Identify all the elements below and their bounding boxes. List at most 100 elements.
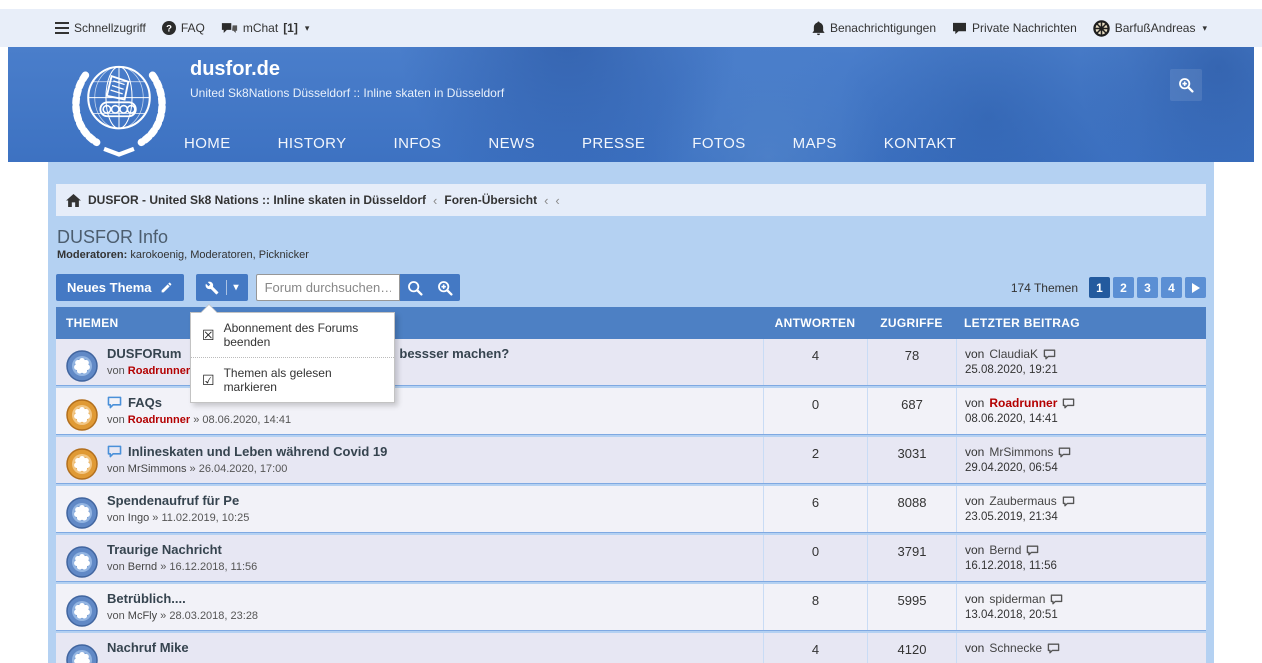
last-post-author[interactable]: Zaubermaus xyxy=(989,494,1056,508)
last-post-cell: von Schnecke xyxy=(956,633,1206,663)
menu-item-mark-read[interactable]: ☑ Themen als gelesen markieren xyxy=(191,357,394,402)
last-post-author[interactable]: Roadrunner xyxy=(989,396,1057,410)
moderators-list[interactable]: karokoenig, Moderatoren, Picknicker xyxy=(130,249,309,261)
next-page-button[interactable] xyxy=(1185,277,1206,298)
topic-title[interactable]: Betrüblich.... xyxy=(107,591,186,606)
topic-author[interactable]: Roadrunner xyxy=(128,414,190,426)
site-subtitle: United Sk8Nations Düsseldorf :: Inline s… xyxy=(190,86,504,100)
site-title[interactable]: dusfor.de xyxy=(190,58,280,81)
page-button-3[interactable]: 3 xyxy=(1137,277,1158,298)
last-post-author[interactable]: Schnecke xyxy=(989,641,1042,655)
forum-tools-button[interactable]: ▾ xyxy=(196,274,248,301)
topic-title-continued[interactable]: bessser machen? xyxy=(399,346,509,361)
topbar-item-barfu-andreas[interactable]: BarfußAndreas▾ xyxy=(1093,20,1207,37)
bell-icon xyxy=(812,21,825,36)
nav-maps[interactable]: MAPS xyxy=(793,135,837,152)
nav-home[interactable]: HOME xyxy=(184,135,231,152)
last-post-author[interactable]: spiderman xyxy=(989,592,1045,606)
page-button-2[interactable]: 2 xyxy=(1113,277,1134,298)
column-lastpost: LETZTER BEITRAG xyxy=(956,316,1206,330)
topic-title[interactable]: Nachruf Mike xyxy=(107,640,189,655)
topic-author[interactable]: McFly xyxy=(128,610,157,622)
last-post-cell: von MrSimmons29.04.2020, 06:54 xyxy=(956,437,1206,483)
menu-item-label: Themen als gelesen markieren xyxy=(224,366,383,394)
topbar-item-benachrichtigungen[interactable]: Benachrichtigungen xyxy=(812,21,936,36)
goto-last-post-icon[interactable] xyxy=(1050,594,1063,605)
topbar-item-faq[interactable]: ?FAQ xyxy=(162,21,205,35)
goto-last-post-icon[interactable] xyxy=(1047,643,1060,654)
search-buttons xyxy=(400,274,460,301)
header-search-button[interactable] xyxy=(1170,69,1202,101)
topic-title[interactable]: Inlineskaten und Leben während Covid 19 xyxy=(128,444,387,459)
topic-author[interactable]: Bernd xyxy=(128,561,157,573)
last-post-author[interactable]: ClaudiaK xyxy=(989,347,1038,361)
last-post-cell: von spiderman13.04.2018, 20:51 xyxy=(956,584,1206,630)
topic-title[interactable]: FAQs xyxy=(128,395,162,410)
bubble-topic-icon xyxy=(107,445,122,458)
chat-icon xyxy=(221,22,238,35)
topic-wheel-icon-orange xyxy=(66,445,98,483)
topic-title[interactable]: Traurige Nachricht xyxy=(107,542,222,557)
topic-author[interactable]: Ingo xyxy=(128,512,149,524)
nav-news[interactable]: NEWS xyxy=(488,135,535,152)
last-post-author[interactable]: MrSimmons xyxy=(989,445,1053,459)
question-icon: ? xyxy=(162,21,176,35)
nav-infos[interactable]: INFOS xyxy=(394,135,442,152)
hamburger-icon xyxy=(55,22,69,34)
search-button[interactable] xyxy=(400,274,430,301)
moderators-label: Moderatoren: xyxy=(57,249,127,261)
goto-last-post-icon[interactable] xyxy=(1043,349,1056,360)
pencil-icon xyxy=(160,281,173,294)
topic-row: Spendenaufruf für Pe von Ingo » 11.02.201… xyxy=(56,486,1206,533)
breadcrumb-section[interactable]: Foren-Übersicht xyxy=(444,193,537,207)
site-logo[interactable] xyxy=(62,51,176,162)
topic-title[interactable]: DUSFORum xyxy=(107,346,181,361)
last-post-date: 23.05.2019, 21:34 xyxy=(965,511,1206,523)
mark-read-icon: ☑ xyxy=(202,373,215,387)
topbar-item-mchat[interactable]: mChat[1]▾ xyxy=(221,21,310,35)
replies-count: 6 xyxy=(763,486,867,532)
topic-wheel-icon-blue xyxy=(66,592,98,630)
page-title: DUSFOR Info xyxy=(57,227,1206,248)
topbar-left: Schnellzugriff ?FAQ mChat[1]▾ xyxy=(55,21,309,35)
page-button-1[interactable]: 1 xyxy=(1089,277,1110,298)
goto-last-post-icon[interactable] xyxy=(1062,496,1075,507)
new-topic-button[interactable]: Neues Thema xyxy=(56,274,184,301)
topic-author[interactable]: MrSimmons xyxy=(128,463,187,475)
topbar-item-private-nachrichten[interactable]: Private Nachrichten xyxy=(952,21,1077,35)
breadcrumb-root[interactable]: DUSFOR - United Sk8 Nations :: Inline sk… xyxy=(88,193,426,207)
views-count: 8088 xyxy=(867,486,956,532)
topbar-item-schnellzugriff[interactable]: Schnellzugriff xyxy=(55,21,146,35)
home-icon[interactable] xyxy=(66,194,81,207)
nav-presse[interactable]: PRESSE xyxy=(582,135,645,152)
topic-author[interactable]: Roadrunner xyxy=(128,365,190,377)
last-post-author[interactable]: Bernd xyxy=(989,543,1021,557)
last-post-date: 13.04.2018, 20:51 xyxy=(965,609,1206,621)
topic-byline: von MrSimmons » 26.04.2020, 17:00 xyxy=(107,463,763,475)
advanced-search-button[interactable] xyxy=(430,274,460,301)
nav-kontakt[interactable]: KONTAKT xyxy=(884,135,957,152)
goto-last-post-icon[interactable] xyxy=(1062,398,1075,409)
topbar-item-label: Benachrichtigungen xyxy=(830,21,936,35)
magnifier-plus-icon xyxy=(1178,77,1194,93)
topic-title[interactable]: Spendenaufruf für Pe xyxy=(107,493,239,508)
topbar-right: Benachrichtigungen Private Nachrichten Bar… xyxy=(812,20,1207,37)
moderators-line: Moderatoren: karokoenig, Moderatoren, Pi… xyxy=(57,249,1206,261)
chevron-down-icon: ▾ xyxy=(1202,23,1207,34)
topic-byline: von Roadrunner » 08.06.2020, 14:41 xyxy=(107,414,763,426)
topic-byline: von McFly » 28.03.2018, 23:28 xyxy=(107,610,763,622)
goto-last-post-icon[interactable] xyxy=(1026,545,1039,556)
topic-byline: von Ingo » 11.02.2019, 10:25 xyxy=(107,512,763,524)
unsubscribe-icon: ☒ xyxy=(202,328,215,342)
topic-row: Inlineskaten und Leben während Covid 19 v… xyxy=(56,437,1206,484)
avatar-icon xyxy=(1093,20,1110,37)
forum-toolbar: Neues Thema ▾ 174 Themen 1234 xyxy=(56,274,1206,301)
nav-history[interactable]: HISTORY xyxy=(278,135,347,152)
forum-search-input[interactable] xyxy=(256,274,400,301)
goto-last-post-icon[interactable] xyxy=(1058,447,1071,458)
magnifier-icon xyxy=(407,280,423,296)
menu-item-unsubscribe[interactable]: ☒Abonnement des Forums beenden xyxy=(191,313,394,357)
page-button-4[interactable]: 4 xyxy=(1161,277,1182,298)
nav-fotos[interactable]: FOTOS xyxy=(692,135,745,152)
last-post-date: 08.06.2020, 14:41 xyxy=(965,413,1206,425)
